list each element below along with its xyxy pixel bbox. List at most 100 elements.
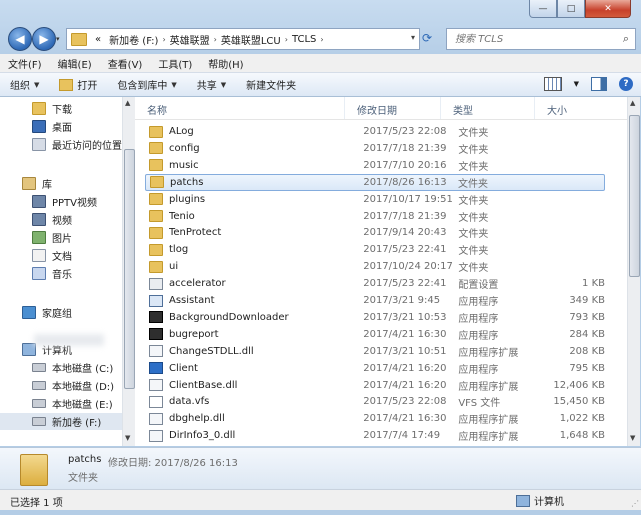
chevron-down-icon: ▼ xyxy=(34,80,40,89)
scroll-up-icon[interactable]: ▲ xyxy=(630,99,635,107)
maximize-button[interactable]: □ xyxy=(557,0,585,18)
forward-button[interactable]: ▶ xyxy=(32,27,56,51)
file-name: ui xyxy=(169,261,179,273)
file-name: accelerator xyxy=(169,278,226,290)
file-type: 应用程序 xyxy=(458,297,499,308)
menu-help[interactable]: 帮助(H) xyxy=(200,54,251,72)
breadcrumb-overflow[interactable]: « xyxy=(95,34,101,45)
preview-pane-icon[interactable] xyxy=(591,77,607,91)
change-view-icon[interactable] xyxy=(543,77,562,91)
breadcrumb-separator[interactable]: › xyxy=(162,35,165,44)
scroll-down-icon[interactable]: ▼ xyxy=(630,434,635,442)
breadcrumb-separator[interactable]: › xyxy=(320,35,323,44)
breadcrumb-separator[interactable]: › xyxy=(214,35,217,44)
file-row[interactable]: patchs 2017/8/26 16:13 文件夹 xyxy=(145,173,605,191)
sidebar-item[interactable]: 文档 xyxy=(0,247,72,264)
sidebar-item[interactable]: 图片 xyxy=(0,229,72,246)
file-row[interactable]: tlog 2017/5/23 22:41 文件夹 xyxy=(145,241,605,258)
folder-icon xyxy=(71,32,87,46)
file-row[interactable]: config 2017/7/18 21:39 文件夹 xyxy=(145,140,605,157)
open-button[interactable]: 打开 xyxy=(49,77,107,92)
file-row[interactable]: TenProtect 2017/9/14 20:43 文件夹 xyxy=(145,224,605,241)
breadcrumb-lcu[interactable]: 英雄联盟LCU xyxy=(221,32,281,47)
navigation-pane-scrollbar[interactable]: ▲ ▼ xyxy=(122,97,135,446)
sidebar-item[interactable]: 库 xyxy=(0,175,52,192)
open-icon xyxy=(59,78,74,91)
organize-button[interactable]: 组织 ▼ xyxy=(0,77,49,93)
scroll-up-icon[interactable]: ▲ xyxy=(125,99,130,107)
menu-edit[interactable]: 编辑(E) xyxy=(50,54,100,72)
file-row[interactable]: ClientBase.dll 2017/4/21 16:20 应用程序扩展 12,40… xyxy=(145,377,605,394)
breadcrumb-drive-f[interactable]: 新加卷 (F:) xyxy=(109,32,158,47)
file-row[interactable]: plugins 2017/10/17 19:51 文件夹 xyxy=(145,191,605,208)
sidebar-item-label: 新加卷 (F:) xyxy=(52,418,102,429)
file-row[interactable]: ui 2017/10/24 20:17 文件夹 xyxy=(145,258,605,275)
sidebar-item[interactable]: 最近访问的位置 xyxy=(0,136,122,153)
sidebar-item[interactable]: 家庭组 xyxy=(0,304,72,321)
sidebar-item-label: 桌面 xyxy=(52,123,72,134)
document-library-icon xyxy=(32,249,46,262)
file-row[interactable]: Assistant 2017/3/21 9:45 应用程序 349 KB xyxy=(145,292,605,309)
refresh-icon[interactable]: ⟳ xyxy=(422,31,432,45)
sidebar-item[interactable]: 音乐 xyxy=(0,265,72,282)
file-size: 349 KB xyxy=(569,295,605,306)
scrollbar-thumb[interactable] xyxy=(124,149,135,389)
search-box[interactable]: ⌕ xyxy=(446,28,636,50)
menu-view[interactable]: 查看(V) xyxy=(100,54,151,72)
menu-file[interactable]: 文件(F) xyxy=(0,54,50,72)
file-row[interactable]: BackgroundDownloader 2017/3/21 10:53 应用程序 7… xyxy=(145,309,605,326)
file-type: 应用程序 xyxy=(458,313,499,325)
column-type[interactable]: 类型 xyxy=(441,97,535,119)
breadcrumb-tcls[interactable]: TCLS xyxy=(292,34,316,45)
file-icon xyxy=(149,362,163,375)
address-dropdown-icon[interactable]: ▾ xyxy=(411,33,415,42)
close-button[interactable]: ✕ xyxy=(585,0,631,18)
search-input[interactable] xyxy=(453,32,607,46)
scroll-down-icon[interactable]: ▼ xyxy=(125,434,130,442)
file-row[interactable]: ALog 2017/5/23 22:08 文件夹 xyxy=(145,123,605,140)
share-button[interactable]: 共享 ▼ xyxy=(187,77,236,93)
sidebar-item[interactable]: 本地磁盘 (C:) xyxy=(0,359,113,376)
file-row[interactable]: accelerator 2017/5/23 22:41 配置设置 1 KB xyxy=(145,275,605,292)
file-row[interactable]: DirInfo3_0.dll 2017/7/4 17:49 应用程序扩展 1,648 … xyxy=(145,427,605,444)
file-row[interactable]: data.vfs 2017/5/23 22:08 VFS 文件 15,450 KB xyxy=(145,393,605,410)
menu-tools[interactable]: 工具(T) xyxy=(150,54,200,72)
file-name: TenProtect xyxy=(169,227,222,239)
details-type: 文件夹 xyxy=(68,473,98,484)
file-size: 1 KB xyxy=(582,278,605,290)
file-row[interactable]: Tenio 2017/7/18 21:39 文件夹 xyxy=(145,208,605,225)
sidebar-item[interactable]: 新加卷 (F:) xyxy=(0,413,124,430)
chevron-down-icon[interactable]: ▼ xyxy=(574,80,579,88)
include-in-library-button[interactable]: 包含到库中 ▼ xyxy=(107,77,186,93)
file-row[interactable]: ChangeSTDLL.dll 2017/3/21 10:51 应用程序扩展 208 … xyxy=(145,343,605,360)
sidebar-item[interactable]: 桌面 xyxy=(0,118,72,135)
help-icon[interactable]: ? xyxy=(619,77,633,91)
resize-grip-icon[interactable]: ⋰ xyxy=(631,499,639,508)
folder-icon xyxy=(149,210,163,222)
minimize-button[interactable]: — xyxy=(529,0,557,18)
column-size[interactable]: 大小 xyxy=(535,97,627,119)
recent-pages-dropdown[interactable]: ▾ xyxy=(56,35,60,43)
scrollbar-thumb[interactable] xyxy=(629,115,640,277)
file-row[interactable]: bugreport 2017/4/21 16:30 应用程序 284 KB xyxy=(145,326,605,343)
column-name[interactable]: 名称 xyxy=(135,97,345,119)
navigation-bar: ◀ ▶ ▾ « 新加卷 (F:) › 英雄联盟 › 英雄联盟LCU › TCLS… xyxy=(6,26,636,52)
command-bar: 组织 ▼ 打开 包含到库中 ▼ 共享 ▼ 新建文件夹 ▼ ? xyxy=(0,73,641,97)
column-date-modified[interactable]: 修改日期 xyxy=(345,97,441,119)
breadcrumb-separator[interactable]: › xyxy=(285,35,288,44)
sidebar-item[interactable]: 本地磁盘 (D:) xyxy=(0,377,114,394)
file-row[interactable]: Client 2017/4/21 16:20 应用程序 795 KB xyxy=(145,360,605,377)
sidebar-item[interactable]: 本地磁盘 (E:) xyxy=(0,395,113,412)
sidebar-item[interactable]: PPTV视频 xyxy=(0,193,97,210)
back-button[interactable]: ◀ xyxy=(8,27,32,51)
breadcrumb-yingxionglianmeng[interactable]: 英雄联盟 xyxy=(170,32,210,47)
file-row[interactable]: music 2017/7/10 20:16 文件夹 xyxy=(145,157,605,174)
search-icon[interactable]: ⌕ xyxy=(623,32,629,46)
file-size: 1,022 KB xyxy=(559,413,605,425)
sidebar-item[interactable]: 下载 xyxy=(0,100,72,117)
address-bar[interactable]: « 新加卷 (F:) › 英雄联盟 › 英雄联盟LCU › TCLS › ▾ xyxy=(66,28,420,50)
new-folder-button[interactable]: 新建文件夹 xyxy=(236,77,306,92)
file-list-scrollbar[interactable]: ▲ ▼ xyxy=(627,97,640,446)
file-row[interactable]: dbghelp.dll 2017/4/21 16:30 应用程序扩展 1,022 KB xyxy=(145,410,605,427)
sidebar-item[interactable]: 视频 xyxy=(0,211,72,228)
